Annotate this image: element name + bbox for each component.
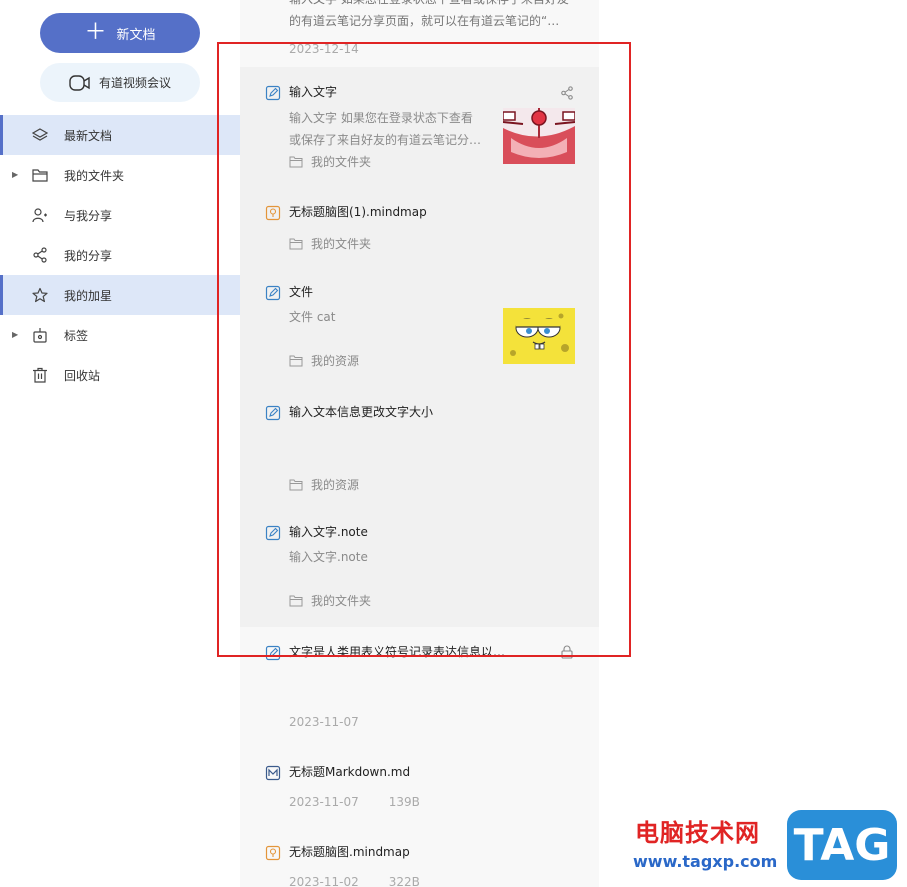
share-icon (33, 247, 47, 263)
sidebar-item-label: 与我分享 (64, 208, 113, 223)
doc-date: 2023-11-07 (289, 715, 359, 729)
new-doc-label: 新文档 (116, 27, 156, 43)
doc-meta: 2023-11-07 (289, 715, 579, 729)
markdown-icon (265, 765, 281, 781)
sidebar-item-trash[interactable]: 回收站 (0, 355, 240, 395)
doc-thumbnail-image (503, 308, 575, 364)
watermark-url: www.tagxp.com (633, 852, 778, 871)
mindmap-icon (265, 205, 281, 221)
doc-item[interactable]: 文字是人类用表义符号记录表达信息以… 2023-11-07 (289, 642, 579, 729)
doc-size: 139B (388, 795, 420, 809)
doc-desc-line: 或保存了来自好友的有道云笔记分… (289, 133, 482, 147)
doc-folder: 我的文件夹 (311, 155, 372, 169)
lock-icon (561, 645, 573, 659)
doc-meta: 2023-11-07 139B (289, 795, 579, 809)
star-icon (32, 287, 48, 303)
sidebar-item-recent[interactable]: 最新文档 (0, 115, 240, 155)
sidebar: ＋ 新文档 有道视频会议 最新文档 ▶ 我的文件夹 与我分享 我的分享 我的加星… (0, 0, 240, 887)
mindmap-icon (265, 845, 281, 861)
doc-title: 输入文字.note (289, 525, 368, 539)
sidebar-item-label: 我的文件夹 (64, 168, 125, 183)
watermark-tag-logo: TAG (787, 810, 897, 880)
doc-desc-line: 输入文字 如果您在登录状态下查看或保存了来自好友 (289, 0, 589, 10)
expand-caret-icon[interactable]: ▶ (12, 330, 18, 339)
folder-icon (289, 355, 303, 366)
layers-icon (32, 128, 48, 141)
folder-icon (289, 479, 303, 490)
users-icon (32, 208, 47, 223)
doc-folder: 我的资源 (311, 478, 360, 492)
doc-meta: 2023-11-02 322B (289, 875, 579, 887)
doc-folder: 我的文件夹 (311, 594, 372, 608)
doc-title: 无标题脑图.mindmap (289, 845, 410, 859)
doc-desc-line: 输入文字.note (289, 550, 368, 564)
folder-icon (289, 238, 303, 249)
doc-folder: 我的资源 (311, 354, 360, 368)
doc-thumbnail-image (503, 108, 575, 164)
folder-icon (32, 169, 48, 182)
doc-title: 文件 (289, 285, 314, 299)
note-icon (265, 645, 281, 661)
trash-icon (33, 367, 47, 383)
doc-meta: 我的资源 (289, 476, 579, 493)
sidebar-item-label: 标签 (64, 328, 89, 343)
sidebar-nav: 最新文档 ▶ 我的文件夹 与我分享 我的分享 我的加星 ▶ 标签 回收站 (0, 115, 240, 395)
tag-icon (33, 328, 47, 343)
doc-folder: 我的文件夹 (311, 237, 372, 251)
sidebar-item-my-folders[interactable]: ▶ 我的文件夹 (0, 155, 240, 195)
doc-item[interactable]: 无标题脑图(1).mindmap 我的文件夹 (289, 202, 579, 252)
top-partial-doc[interactable]: 输入文字 如果您在登录状态下查看或保存了来自好友 的有道云笔记分享页面，就可以在… (289, 0, 589, 60)
sidebar-item-label: 我的分享 (64, 248, 113, 263)
sidebar-item-shared-with-me[interactable]: 与我分享 (0, 195, 240, 235)
sidebar-item-label: 最新文档 (64, 128, 113, 143)
doc-title: 无标题Markdown.md (289, 765, 411, 779)
doc-title: 输入文字 (289, 85, 338, 99)
sidebar-item-label: 回收站 (64, 368, 101, 383)
sidebar-item-my-shares[interactable]: 我的分享 (0, 235, 240, 275)
plus-icon: ＋ (84, 20, 107, 45)
new-doc-button[interactable]: ＋ 新文档 (40, 13, 200, 53)
doc-title: 文字是人类用表义符号记录表达信息以… (289, 645, 506, 659)
sidebar-item-tags[interactable]: ▶ 标签 (0, 315, 240, 355)
doc-desc-line: 的有道云笔记分享页面，就可以在有道云笔记的“… (289, 14, 560, 28)
doc-meta: 我的文件夹 (289, 235, 579, 252)
video-meeting-button[interactable]: 有道视频会议 (40, 63, 200, 102)
watermark-site-name: 电脑技术网 (635, 819, 760, 847)
doc-item[interactable]: 输入文本信息更改文字大小 我的资源 (289, 402, 579, 493)
doc-title: 输入文本信息更改文字大小 (289, 405, 434, 419)
note-icon (265, 285, 281, 301)
sidebar-item-label: 我的加星 (64, 288, 113, 303)
doc-meta: 我的文件夹 (289, 592, 579, 609)
doc-item[interactable]: 输入文字.note 输入文字.note 我的文件夹 (289, 522, 579, 609)
doc-item[interactable]: 无标题Markdown.md 2023-11-07 139B (289, 762, 579, 809)
doc-title: 无标题脑图(1).mindmap (289, 205, 427, 219)
sidebar-item-starred[interactable]: 我的加星 (0, 275, 240, 315)
note-icon (265, 85, 281, 101)
video-camera-icon (69, 74, 90, 91)
doc-date: 2023-11-07 (289, 795, 359, 809)
expand-caret-icon[interactable]: ▶ (12, 170, 18, 179)
doc-date: 2023-12-14 (289, 42, 359, 56)
doc-date: 2023-11-02 (289, 875, 359, 887)
folder-icon (289, 595, 303, 606)
doc-desc-line: 输入文字 如果您在登录状态下查看 (289, 111, 473, 125)
doc-item[interactable]: 无标题脑图.mindmap 2023-11-02 322B (289, 842, 579, 887)
video-meeting-label: 有道视频会议 (98, 76, 171, 90)
doc-size: 322B (388, 875, 420, 887)
share-icon[interactable] (560, 86, 574, 100)
note-icon (265, 525, 281, 541)
note-icon (265, 405, 281, 421)
folder-icon (289, 156, 303, 167)
